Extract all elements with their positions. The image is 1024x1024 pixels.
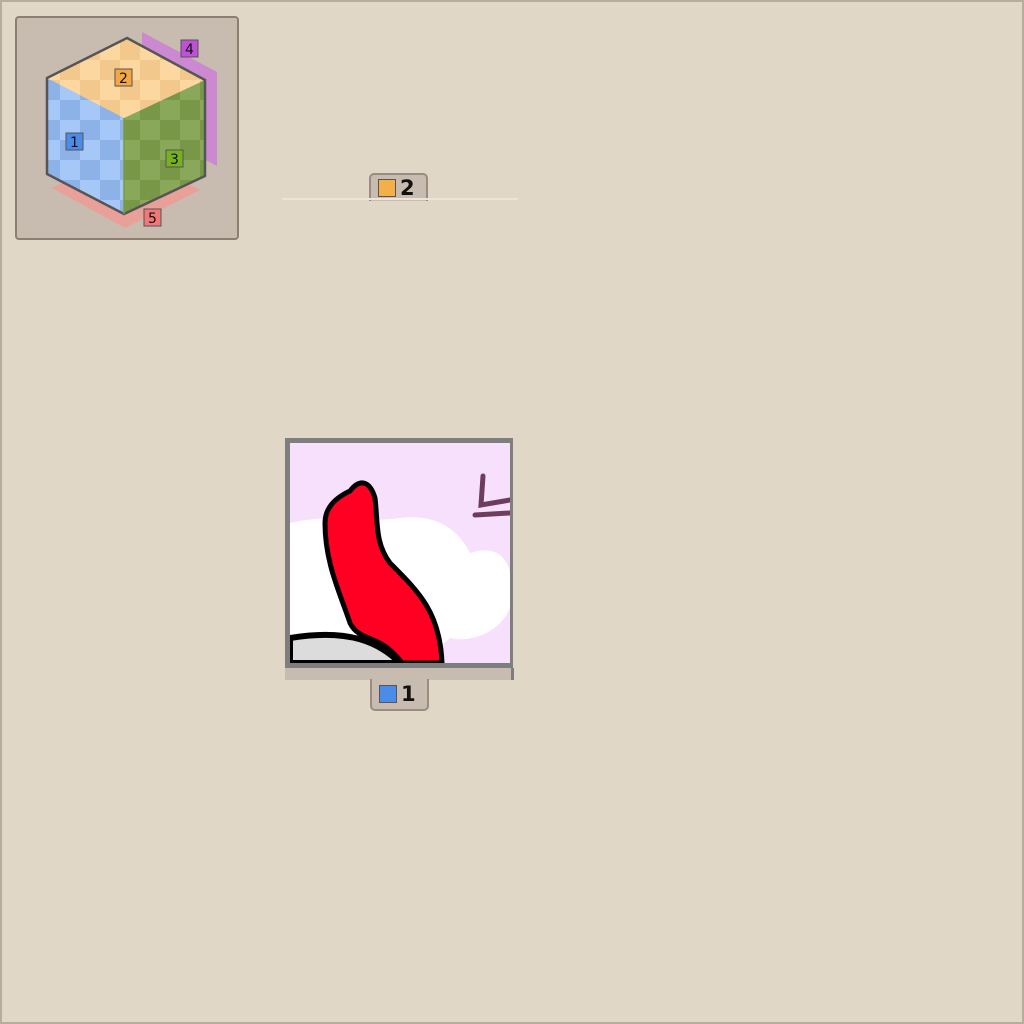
face-2-label[interactable]: 2 (114, 68, 133, 87)
face-tab-top[interactable]: 2 (369, 173, 428, 201)
face-image-view[interactable] (285, 438, 513, 668)
svg-text:2: 2 (119, 71, 128, 87)
face-3-label[interactable]: 3 (165, 149, 184, 168)
face-5-label[interactable]: 5 (143, 208, 162, 227)
face-tab-label: 1 (401, 682, 416, 706)
svg-text:1: 1 (70, 135, 79, 151)
svg-text:5: 5 (148, 211, 157, 227)
divider (282, 198, 518, 200)
cube-icon: 1 2 3 4 5 (45, 32, 217, 228)
face-color-swatch (379, 685, 397, 703)
face-color-swatch (378, 179, 396, 197)
cube-navigator[interactable]: 1 2 3 4 5 (15, 16, 239, 240)
svg-text:4: 4 (185, 42, 194, 58)
svg-text:3: 3 (170, 152, 179, 168)
texture-image (290, 443, 510, 663)
face-tab-bottom[interactable]: 1 (370, 679, 429, 711)
face-tab-label: 2 (400, 176, 415, 200)
face-4-label[interactable]: 4 (180, 39, 199, 58)
face-1-label[interactable]: 1 (65, 132, 84, 151)
